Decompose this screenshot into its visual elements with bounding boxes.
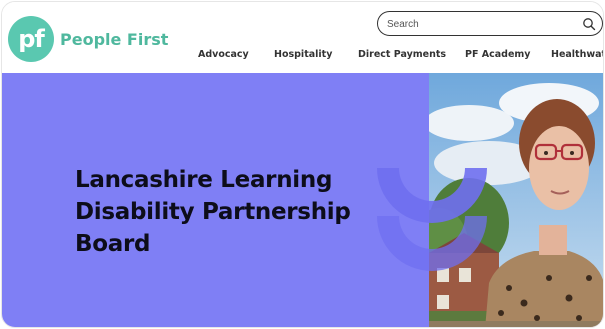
search-box	[377, 11, 603, 36]
brand-shape-graphic	[377, 168, 487, 271]
hero-title-line-1: Lancashire Learning	[75, 167, 333, 193]
nav-item-direct-payments[interactable]: Direct Payments	[358, 49, 446, 60]
logo-mark: pf	[8, 16, 54, 62]
hero-title-line-3: Board	[75, 231, 151, 257]
page-frame: pf People First Advocacy Hospitality Dir…	[1, 1, 604, 328]
search-input[interactable]	[387, 15, 577, 33]
nav-item-hospitality[interactable]: Hospitality	[274, 49, 332, 60]
nav-item-advocacy[interactable]: Advocacy	[198, 49, 249, 60]
hero-title-line-2: Disability Partnership	[75, 199, 351, 225]
hero-title: Lancashire Learning Disability Partnersh…	[75, 164, 375, 260]
hero-banner: Lancashire Learning Disability Partnersh…	[2, 73, 603, 327]
site-header: pf People First Advocacy Hospitality Dir…	[2, 2, 603, 73]
search-icon[interactable]	[582, 17, 596, 31]
logo-name: People First	[60, 30, 169, 49]
nav-item-pf-academy[interactable]: PF Academy	[465, 49, 531, 60]
nav-item-healthwatch[interactable]: Healthwatch	[551, 49, 603, 60]
